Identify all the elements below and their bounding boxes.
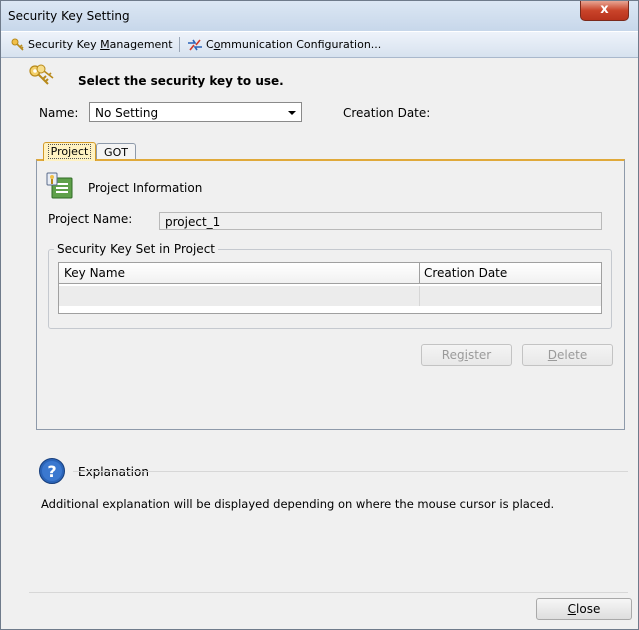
creation-date-label: Creation Date:: [343, 106, 431, 120]
help-icon: ?: [39, 458, 65, 484]
title-bar[interactable]: Security Key Setting x: [1, 1, 638, 31]
tab-got-label: GOT: [104, 146, 128, 159]
security-key-set-title: Security Key Set in Project: [54, 242, 218, 256]
management-mnemonic: M: [100, 38, 110, 51]
security-key-table[interactable]: Key Name Creation Date: [58, 262, 602, 314]
tab-project[interactable]: Project: [43, 142, 96, 161]
close-button[interactable]: Close: [536, 598, 632, 620]
dropdown-value: No Setting: [95, 106, 159, 120]
project-information-icon: [46, 172, 73, 199]
security-key-setting-dialog: Security Key Setting x Security Key Mana…: [0, 0, 639, 630]
column-header-creation-date[interactable]: Creation Date: [424, 266, 507, 280]
table-header: Key Name Creation Date: [59, 263, 601, 284]
explanation-title: Explanation: [78, 465, 149, 479]
row-divider: [419, 286, 420, 306]
column-divider: [419, 263, 420, 283]
column-header-key-name[interactable]: Key Name: [64, 266, 125, 280]
tab-got[interactable]: GOT: [96, 143, 136, 160]
keys-icon: [29, 64, 54, 85]
bottom-divider: [29, 592, 628, 593]
tab-project-label: Project: [47, 144, 92, 159]
svg-text:?: ?: [47, 462, 56, 481]
explanation-divider: [73, 471, 628, 472]
communication-configuration-menu[interactable]: Communication Configuration...: [187, 36, 381, 53]
window-close-button[interactable]: x: [580, 1, 629, 21]
project-name-value: project_1: [165, 215, 221, 229]
toolbar-separator: [179, 37, 180, 52]
explanation-text: Additional explanation will be displayed…: [41, 497, 555, 511]
instruction-text: Select the security key to use.: [78, 74, 284, 88]
delete-button[interactable]: Delete: [522, 344, 613, 366]
security-key-management-menu[interactable]: Security Key Management: [11, 36, 173, 53]
chevron-down-icon: [288, 111, 296, 115]
toolbar: Security Key Management Communication Co…: [1, 31, 638, 58]
key-icon: [11, 38, 24, 51]
project-information-title: Project Information: [88, 181, 203, 195]
communication-icon: [188, 39, 202, 51]
register-button[interactable]: Register: [421, 344, 512, 366]
project-name-label: Project Name:: [48, 212, 133, 226]
security-key-name-dropdown[interactable]: No Setting: [89, 102, 302, 122]
project-name-field: project_1: [159, 212, 602, 230]
table-row[interactable]: [59, 286, 601, 306]
name-label: Name:: [39, 106, 79, 120]
window-title: Security Key Setting: [8, 9, 130, 23]
